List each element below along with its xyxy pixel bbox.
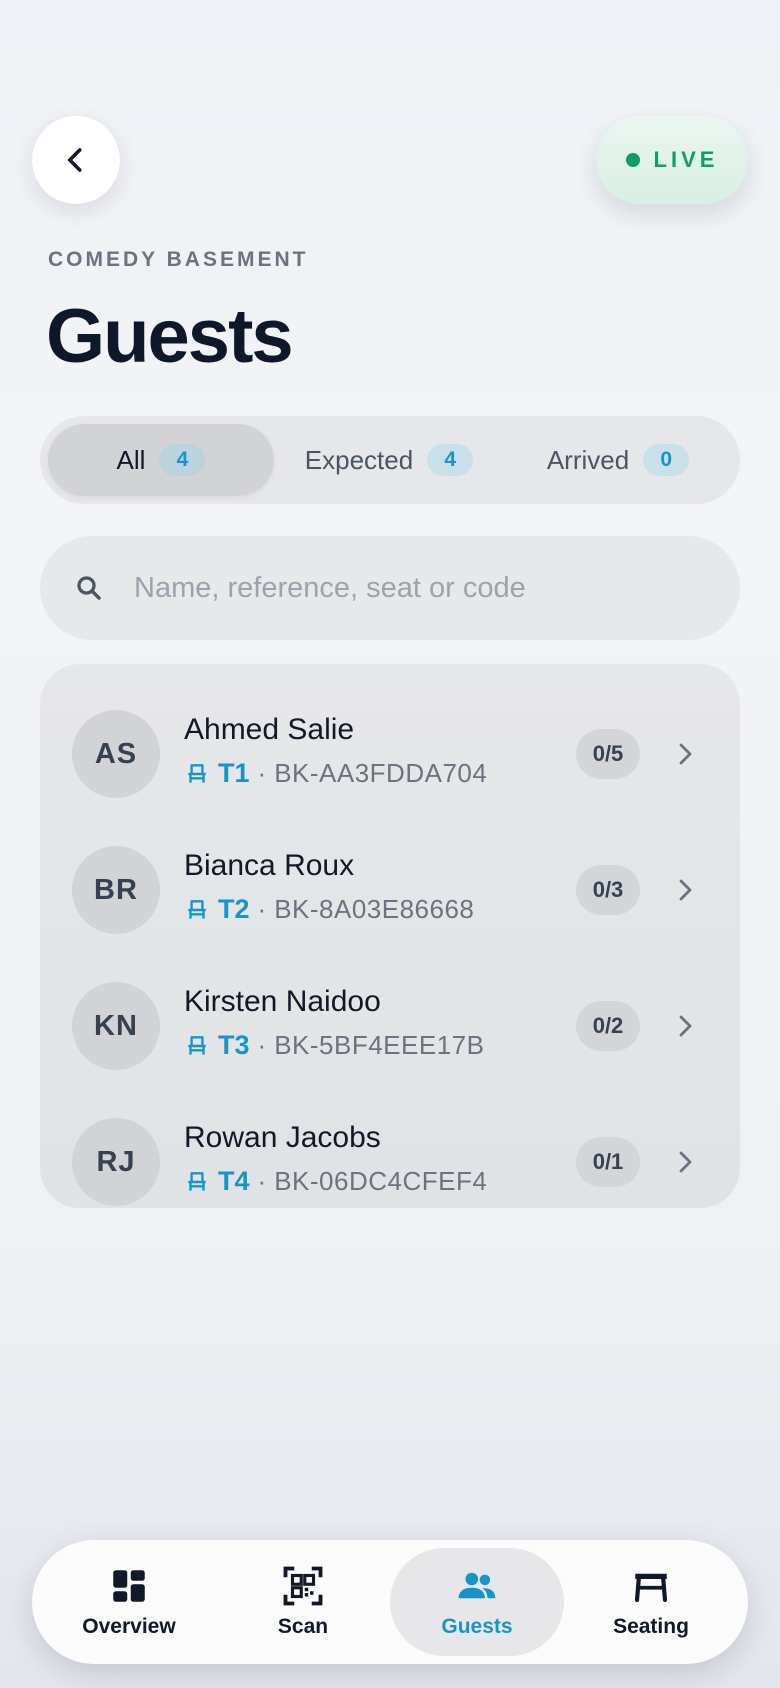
table-code: T2 (218, 894, 250, 924)
avatar: AS (72, 710, 160, 798)
qr-code-icon (283, 1566, 323, 1606)
separator: · (257, 1030, 267, 1060)
guest-name: Ahmed Salie (184, 713, 355, 746)
nav-scan[interactable]: Scan (216, 1548, 390, 1656)
booking-reference: BK-5BF4EEE17B (274, 1030, 485, 1060)
chevron-right-icon (679, 743, 692, 765)
seat-icon (188, 763, 206, 783)
avatar: BR (72, 846, 160, 934)
tab-arrived-count: 0 (643, 444, 690, 476)
nav-seating-label: Seating (613, 1615, 689, 1638)
nav-overview-label: Overview (82, 1615, 176, 1638)
table-code: T4 (218, 1166, 250, 1196)
people-icon (458, 1572, 496, 1599)
tab-arrived[interactable]: Arrived 0 (504, 424, 732, 496)
booking-reference: BK-06DC4CFEF4 (274, 1166, 488, 1196)
booking-reference: BK-8A03E86668 (274, 894, 475, 924)
nav-guests-label: Guests (441, 1615, 513, 1638)
checkin-count-badge: 0/2 (576, 1001, 640, 1051)
guest-row[interactable]: AS Ahmed Salie T1 · BK-AA3FDDA704 0/5 (40, 686, 740, 822)
nav-guests[interactable]: Guests (390, 1548, 564, 1656)
seat-icon (188, 1171, 206, 1191)
guest-row[interactable]: KN Kirsten Naidoo T3 · BK-5BF4EEE17B 0/2 (40, 958, 740, 1094)
nav-scan-label: Scan (277, 1615, 329, 1638)
checkin-count-badge: 0/3 (576, 865, 640, 915)
checkin-count-badge: 0/5 (576, 729, 640, 779)
booking-reference: BK-AA3FDDA704 (274, 758, 488, 788)
guest-name: Rowan Jacobs (184, 1121, 381, 1154)
seat-icon (188, 1035, 206, 1055)
guest-list: AS Ahmed Salie T1 · BK-AA3FDDA704 0/5 BR… (40, 664, 740, 1208)
search-input[interactable] (134, 571, 694, 605)
search-bar[interactable] (40, 536, 740, 640)
table-icon (634, 1573, 668, 1603)
guest-name: Kirsten Naidoo (184, 985, 381, 1018)
live-dot (625, 153, 640, 167)
venue-name: COMEDY BASEMENT (48, 248, 309, 271)
chevron-right-icon (679, 879, 692, 901)
chevron-right-icon (679, 1015, 692, 1037)
live-status-pill: LIVE (596, 116, 748, 204)
tab-expected-count: 4 (427, 444, 474, 476)
guest-row[interactable]: RJ Rowan Jacobs T4 · BK-06DC4CFEF4 0/1 (40, 1094, 740, 1230)
bottom-nav: Overview Scan Guests Seating (32, 1540, 748, 1664)
tab-expected[interactable]: Expected 4 (274, 424, 504, 496)
search-icon (77, 576, 101, 600)
filter-tabs: All 4 Expected 4 Arrived 0 (40, 416, 740, 504)
table-code: T3 (218, 1030, 250, 1060)
separator: · (257, 894, 267, 924)
tab-arrived-label: Arrived (546, 444, 630, 475)
nav-seating[interactable]: Seating (564, 1548, 738, 1656)
page-title: Guests (46, 294, 294, 379)
separator: · (257, 1166, 267, 1196)
checkin-count-badge: 0/1 (576, 1137, 640, 1187)
live-label: LIVE (653, 147, 719, 172)
separator: · (257, 758, 267, 788)
chevron-right-icon (679, 1151, 692, 1173)
avatar: KN (72, 982, 160, 1070)
guest-name: Bianca Roux (184, 849, 355, 882)
tab-expected-label: Expected (304, 444, 414, 475)
tab-all[interactable]: All 4 (48, 424, 274, 496)
chevron-left-icon (68, 148, 82, 172)
guest-row[interactable]: BR Bianca Roux T2 · BK-8A03E86668 0/3 (40, 822, 740, 958)
nav-overview[interactable]: Overview (42, 1548, 216, 1656)
seat-icon (188, 899, 206, 919)
back-button[interactable] (32, 116, 120, 204)
avatar: RJ (72, 1118, 160, 1206)
dashboard-icon (113, 1570, 145, 1602)
table-code: T1 (218, 758, 250, 788)
tab-all-label: All (116, 444, 146, 475)
tab-all-count: 4 (159, 444, 206, 476)
